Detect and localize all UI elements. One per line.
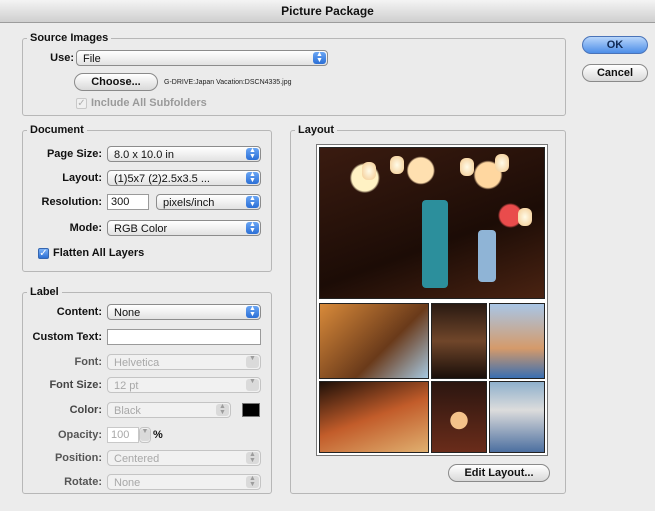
up-down-arrows-icon: ▲ ▼ bbox=[246, 305, 259, 318]
preview-photo-small bbox=[431, 381, 487, 453]
up-down-arrows-icon: ▲ ▼ bbox=[246, 221, 259, 234]
lantern-image bbox=[460, 158, 474, 176]
stepper-arrow-icon: ▼ bbox=[246, 355, 259, 368]
resolution-label: Resolution: bbox=[41, 196, 103, 208]
layout-value: (1)5x7 (2)2.5x3.5 ... bbox=[114, 173, 210, 185]
preview-photo-small bbox=[431, 303, 487, 379]
file-path-text: G-DRIVE:Japan Vacation:DSCN4335.jpg bbox=[164, 79, 292, 86]
font-size-label: Font Size: bbox=[49, 379, 102, 391]
checkmark-icon: ✓ bbox=[39, 248, 48, 259]
preview-photo-small bbox=[489, 303, 545, 379]
opacity-stepper[interactable]: ▼ bbox=[139, 427, 151, 443]
label-legend: Label bbox=[30, 286, 59, 298]
lantern-image bbox=[362, 162, 376, 180]
opacity-field[interactable]: 100 bbox=[107, 427, 139, 443]
rotate-label: Rotate: bbox=[64, 476, 102, 488]
custom-text-label: Custom Text: bbox=[32, 331, 102, 343]
color-value: Black bbox=[114, 405, 141, 417]
content-label: Content: bbox=[56, 306, 102, 318]
up-down-arrows-icon: ▲ ▼ bbox=[246, 451, 259, 464]
resolution-unit-value: pixels/inch bbox=[163, 197, 215, 209]
edit-layout-button[interactable]: Edit Layout... bbox=[448, 464, 550, 482]
lantern-image bbox=[390, 156, 404, 174]
opacity-label: Opacity: bbox=[57, 429, 102, 441]
page-size-value: 8.0 x 10.0 in bbox=[114, 149, 174, 161]
use-popup-value: File bbox=[83, 53, 101, 65]
mode-popup[interactable]: RGB Color ▲ ▼ bbox=[107, 220, 261, 236]
font-label: Font: bbox=[74, 356, 102, 368]
mode-value: RGB Color bbox=[114, 223, 168, 235]
position-popup[interactable]: Centered ▲ ▼ bbox=[107, 450, 261, 466]
flatten-layers-checkbox[interactable]: ✓ bbox=[38, 248, 49, 259]
font-popup[interactable]: Helvetica ▼ bbox=[107, 354, 261, 370]
ok-button[interactable]: OK bbox=[582, 36, 648, 54]
lantern-image bbox=[518, 208, 532, 226]
use-popup[interactable]: File ▲ ▼ bbox=[76, 50, 328, 66]
font-value: Helvetica bbox=[114, 357, 160, 369]
mode-label: Mode: bbox=[69, 222, 102, 234]
custom-text-field[interactable] bbox=[107, 329, 261, 345]
layout-preview bbox=[316, 144, 548, 456]
kimono-figure bbox=[422, 200, 448, 288]
up-down-arrows-icon: ▲ ▼ bbox=[216, 403, 229, 416]
color-label: Color: bbox=[69, 404, 102, 416]
window-title: Picture Package bbox=[0, 0, 655, 23]
page-size-popup[interactable]: 8.0 x 10.0 in ▲ ▼ bbox=[107, 146, 261, 162]
opacity-unit: % bbox=[153, 429, 163, 441]
rotate-popup[interactable]: None ▲ ▼ bbox=[107, 474, 261, 490]
position-value: Centered bbox=[114, 453, 160, 465]
layout-legend: Layout bbox=[298, 124, 335, 136]
document-legend: Document bbox=[30, 124, 84, 136]
lantern-image bbox=[495, 154, 509, 172]
child-figure bbox=[478, 230, 496, 282]
picture-package-dialog: Picture Package OK Cancel Source Images … bbox=[0, 0, 655, 511]
up-down-arrows-icon: ▲ ▼ bbox=[246, 195, 259, 208]
preview-photo-main bbox=[319, 147, 545, 299]
layout-popup[interactable]: (1)5x7 (2)2.5x3.5 ... ▲ ▼ bbox=[107, 170, 261, 186]
preview-photo-small bbox=[489, 381, 545, 453]
position-label: Position: bbox=[54, 452, 102, 464]
color-swatch[interactable] bbox=[242, 403, 260, 417]
source-images-legend: Source Images bbox=[30, 32, 109, 44]
include-subfolders-label: Include All Subfolders bbox=[91, 97, 207, 109]
color-popup[interactable]: Black ▲ ▼ bbox=[107, 402, 231, 418]
rotate-value: None bbox=[114, 477, 141, 489]
content-value: None bbox=[114, 307, 141, 319]
stepper-arrow-icon: ▼ bbox=[246, 378, 259, 391]
up-down-arrows-icon: ▲ ▼ bbox=[246, 171, 259, 184]
font-size-popup[interactable]: 12 pt ▼ bbox=[107, 377, 261, 393]
page-size-label: Page Size: bbox=[46, 148, 102, 160]
layout-label: Layout: bbox=[62, 172, 102, 184]
content-popup[interactable]: None ▲ ▼ bbox=[107, 304, 261, 320]
checkmark-icon: ✓ bbox=[77, 98, 86, 109]
use-label: Use: bbox=[50, 52, 74, 64]
preview-photo-small bbox=[319, 303, 429, 379]
cancel-button[interactable]: Cancel bbox=[582, 64, 648, 82]
up-down-arrows-icon: ▲ ▼ bbox=[246, 147, 259, 160]
up-down-arrows-icon: ▲ ▼ bbox=[246, 475, 259, 488]
flatten-layers-label: Flatten All Layers bbox=[53, 247, 145, 259]
up-down-arrows-icon: ▲ ▼ bbox=[313, 51, 326, 64]
font-size-value: 12 pt bbox=[114, 380, 139, 392]
preview-photo-small bbox=[319, 381, 429, 453]
resolution-unit-popup[interactable]: pixels/inch ▲ ▼ bbox=[156, 194, 261, 210]
include-subfolders-checkbox[interactable]: ✓ bbox=[76, 98, 87, 109]
choose-button[interactable]: Choose... bbox=[74, 73, 158, 91]
resolution-field[interactable]: 300 bbox=[107, 194, 149, 210]
stepper-arrow-icon: ▼ bbox=[140, 428, 150, 441]
